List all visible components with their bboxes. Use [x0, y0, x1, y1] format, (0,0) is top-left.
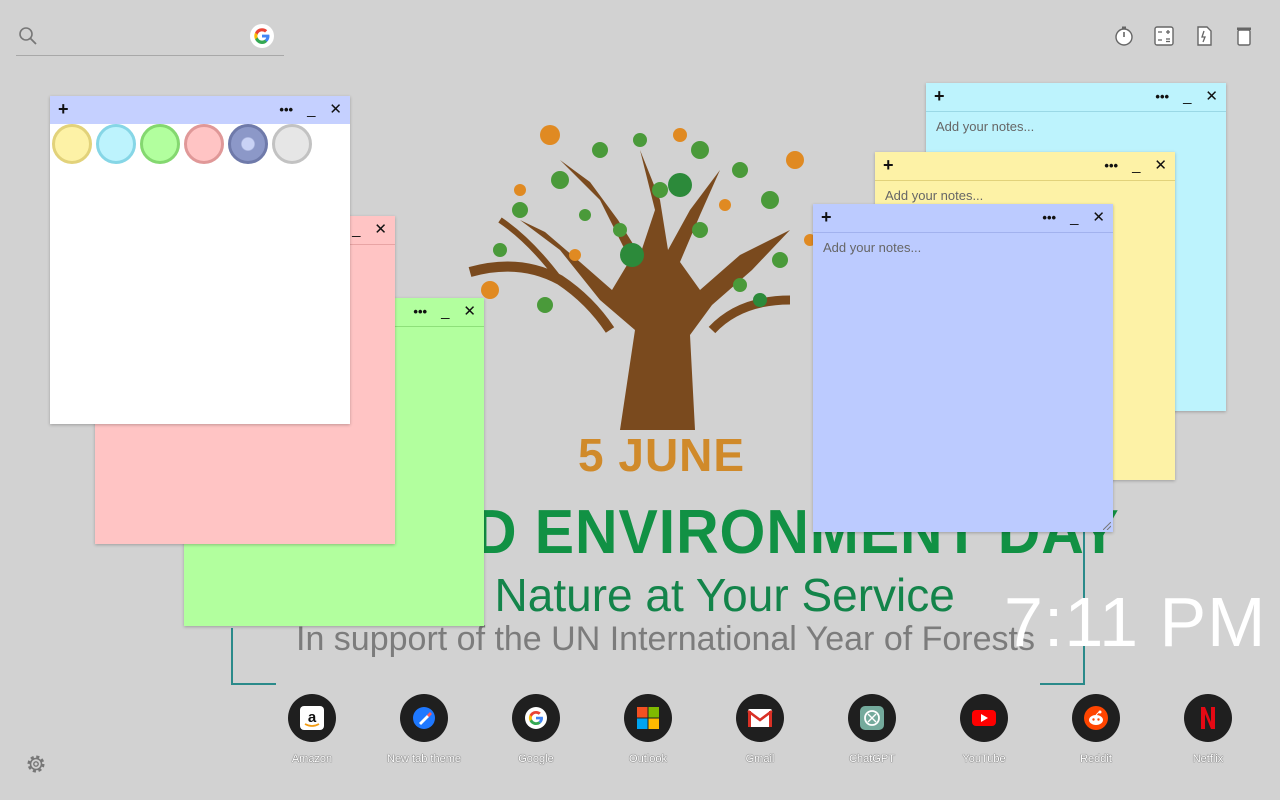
color-swatch-gray[interactable]: [272, 124, 312, 164]
youtube-icon[interactable]: [960, 694, 1008, 742]
color-swatch-green[interactable]: [140, 124, 180, 164]
note-header: + ••• _ ✕: [926, 83, 1226, 112]
shortcut-label: Netflix: [1192, 753, 1224, 765]
add-note-button[interactable]: +: [934, 87, 945, 105]
close-button[interactable]: ✕: [1205, 88, 1218, 106]
search-icon[interactable]: [18, 26, 38, 51]
more-options-button[interactable]: •••: [279, 101, 293, 119]
more-options-button[interactable]: •••: [1155, 88, 1169, 106]
shortcut-youtube[interactable]: YouTube: [934, 694, 1034, 765]
wallpaper-subtitle: s: Nature at Your Service: [446, 569, 955, 621]
more-options-button[interactable]: •••: [1104, 157, 1118, 175]
shortcut-chatgpt[interactable]: ChatGPT: [822, 694, 922, 765]
shortcut-outlook[interactable]: Outlook: [598, 694, 698, 765]
shortcut-google[interactable]: Google: [486, 694, 586, 765]
shortcut-label: Reddit: [1080, 753, 1112, 765]
close-button[interactable]: ✕: [1154, 157, 1167, 175]
sticky-note-blue[interactable]: + ••• _ ✕ Add your notes...: [813, 204, 1113, 532]
svg-text:a: a: [308, 709, 317, 726]
stopwatch-icon[interactable]: [1112, 24, 1136, 48]
google-search-icon[interactable]: [250, 24, 274, 48]
netflix-icon[interactable]: [1184, 694, 1232, 742]
resize-handle-icon[interactable]: [1103, 522, 1111, 530]
add-note-button[interactable]: +: [821, 208, 832, 226]
color-swatch-blue[interactable]: [228, 124, 268, 164]
note-header: + ••• _ ✕: [875, 152, 1175, 181]
reddit-icon[interactable]: [1072, 694, 1120, 742]
shortcut-label: Gmail: [745, 753, 775, 765]
minimize-button[interactable]: _: [1070, 209, 1078, 227]
shortcut-label: YouTube: [962, 753, 1006, 765]
note-text-area[interactable]: Add your notes...: [823, 240, 1103, 522]
minimize-button[interactable]: _: [1183, 88, 1191, 106]
close-button[interactable]: ✕: [374, 221, 387, 239]
more-options-button[interactable]: •••: [413, 303, 427, 321]
chatgpt-icon[interactable]: [848, 694, 896, 742]
close-button[interactable]: ✕: [1092, 209, 1105, 227]
color-picker: [50, 124, 312, 164]
close-button[interactable]: ✕: [463, 303, 476, 321]
shortcut-label: ChatGPT: [849, 753, 895, 765]
shortcut-label: Outlook: [629, 753, 667, 765]
color-swatch-cyan[interactable]: [96, 124, 136, 164]
minimize-button[interactable]: _: [352, 221, 360, 239]
google-icon[interactable]: [512, 694, 560, 742]
outlook-icon[interactable]: [624, 694, 672, 742]
shortcut-label: Google: [518, 753, 554, 765]
note-header: + ••• _ ✕: [813, 204, 1113, 233]
color-swatch-yellow[interactable]: [52, 124, 92, 164]
shortcut-gmail[interactable]: Gmail: [710, 694, 810, 765]
amazon-icon[interactable]: a: [288, 694, 336, 742]
trash-icon[interactable]: [1232, 24, 1256, 48]
shortcut-reddit[interactable]: Reddit: [1046, 694, 1146, 765]
shortcut-new-tab-theme[interactable]: New tab theme: [374, 694, 474, 765]
shortcut-label: Amazon: [291, 753, 333, 765]
clock: 7:11 PM: [1004, 583, 1267, 661]
minimize-button[interactable]: _: [441, 303, 449, 321]
shortcut-amazon[interactable]: a Amazon: [262, 694, 362, 765]
search-input[interactable]: [50, 26, 254, 50]
calculator-icon[interactable]: [1152, 24, 1176, 48]
wallpaper-date: 5 JUNE: [578, 429, 746, 481]
minimize-button[interactable]: _: [1132, 157, 1140, 175]
notes-icon[interactable]: [1192, 24, 1216, 48]
more-options-button[interactable]: •••: [1042, 209, 1056, 227]
add-note-button[interactable]: +: [58, 100, 69, 118]
minimize-button[interactable]: _: [307, 101, 315, 119]
search-bar: [16, 22, 284, 56]
color-swatch-pink[interactable]: [184, 124, 224, 164]
settings-gear-icon[interactable]: [24, 752, 48, 776]
gmail-icon[interactable]: [736, 694, 784, 742]
add-note-button[interactable]: +: [883, 156, 894, 174]
sticky-note-white[interactable]: + ••• _ ✕: [50, 96, 350, 424]
shortcut-label: New tab theme: [387, 753, 461, 765]
new-tab-theme-icon[interactable]: [400, 694, 448, 742]
note-header: + ••• _ ✕: [50, 96, 350, 124]
shortcut-netflix[interactable]: Netflix: [1158, 694, 1258, 765]
close-button[interactable]: ✕: [329, 101, 342, 119]
